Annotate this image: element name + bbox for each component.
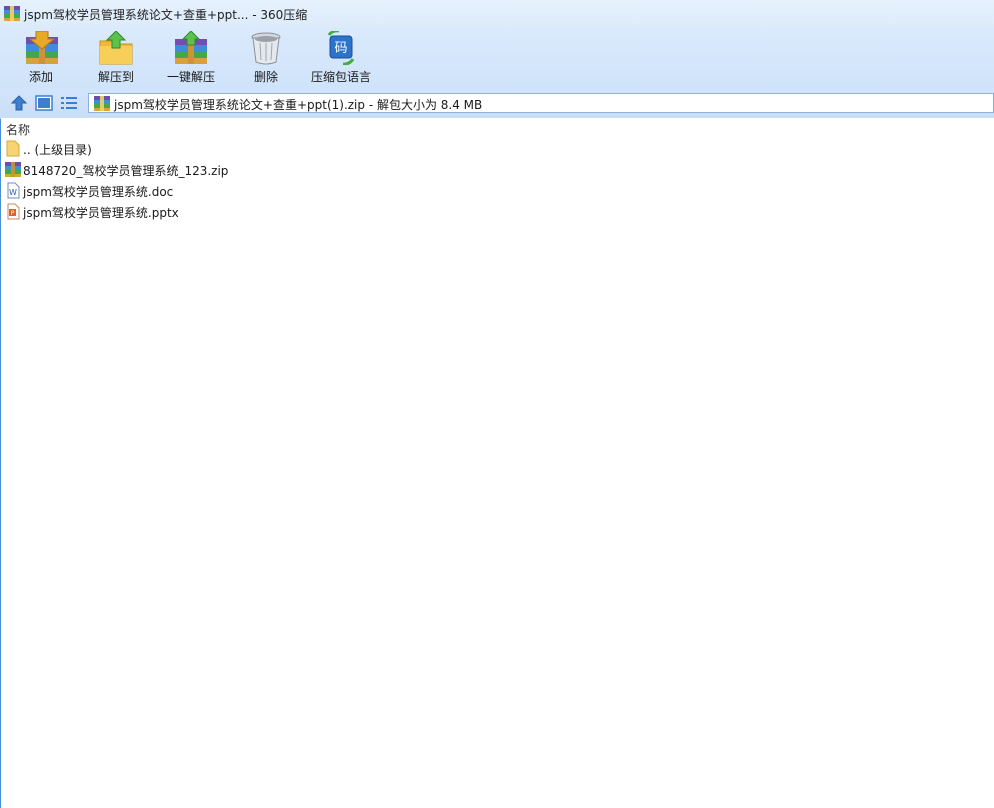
extract-to-folder-icon xyxy=(99,31,133,65)
word-document-icon: W xyxy=(7,182,20,199)
encoding-glyph: 码 xyxy=(334,41,347,56)
address-path: jspm驾校学员管理系统论文+查重+ppt(1).zip - 解包大小为 8.4… xyxy=(114,98,483,112)
one-click-extract-button[interactable]: 一键解压 xyxy=(163,30,219,87)
list-item-name: 8148720_驾校学员管理系统_123.zip xyxy=(23,164,229,178)
file-list: 名称 .. (上级目录) 8148720_驾校学员管理系统_123.zip W … xyxy=(1,118,994,808)
thumbnail-view-icon[interactable] xyxy=(35,94,53,112)
window-title: jspm驾校学员管理系统论文+查重+ppt... - 360压缩 xyxy=(24,8,308,22)
list-view-icon[interactable] xyxy=(60,94,78,112)
svg-text:P: P xyxy=(11,210,15,217)
add-button-label: 添加 xyxy=(28,70,53,84)
delete-button[interactable]: 删除 xyxy=(245,30,287,87)
list-item-zip[interactable]: 8148720_驾校学员管理系统_123.zip xyxy=(1,159,994,180)
add-archive-icon xyxy=(26,31,58,64)
list-item-doc[interactable]: W jspm驾校学员管理系统.doc xyxy=(1,180,994,201)
list-item-name: jspm驾校学员管理系统.pptx xyxy=(23,206,179,220)
up-arrow-icon[interactable] xyxy=(10,94,28,112)
title-bar: jspm驾校学员管理系统论文+查重+ppt... - 360压缩 xyxy=(0,0,994,27)
address-field[interactable]: jspm驾校学员管理系统论文+查重+ppt(1).zip - 解包大小为 8.4… xyxy=(88,93,994,113)
archive-language-button[interactable]: 码 压缩包语言 xyxy=(308,30,374,87)
list-item-pptx[interactable]: P jspm驾校学员管理系统.pptx xyxy=(1,201,994,222)
list-item-name: .. (上级目录) xyxy=(23,143,92,157)
delete-button-label: 删除 xyxy=(253,70,278,84)
extract-to-button[interactable]: 解压到 xyxy=(90,30,142,87)
zip-archive-icon xyxy=(5,162,21,177)
add-button[interactable]: 添加 xyxy=(16,30,66,87)
one-click-extract-icon xyxy=(175,31,207,64)
powerpoint-document-icon: P xyxy=(7,203,20,220)
archive-language-button-label: 压缩包语言 xyxy=(310,70,371,84)
archive-icon xyxy=(94,96,110,111)
list-item-name: jspm驾校学员管理系统.doc xyxy=(23,185,174,199)
address-bar-row: jspm驾校学员管理系统论文+查重+ppt(1).zip - 解包大小为 8.4… xyxy=(0,89,994,119)
trash-bin-icon xyxy=(251,32,281,65)
extract-to-button-label: 解压到 xyxy=(97,70,134,84)
toolbar: 添加 解压到 一键解压 删除 码 压缩包语言 xyxy=(0,27,994,89)
list-item-parent-directory[interactable]: .. (上级目录) xyxy=(1,138,994,159)
one-click-extract-button-label: 一键解压 xyxy=(166,70,215,84)
archive-icon xyxy=(4,6,20,21)
column-header-name[interactable]: 名称 xyxy=(6,121,30,138)
svg-text:W: W xyxy=(9,188,17,197)
encoding-language-icon: 码 xyxy=(327,31,355,65)
folder-icon xyxy=(6,140,20,157)
